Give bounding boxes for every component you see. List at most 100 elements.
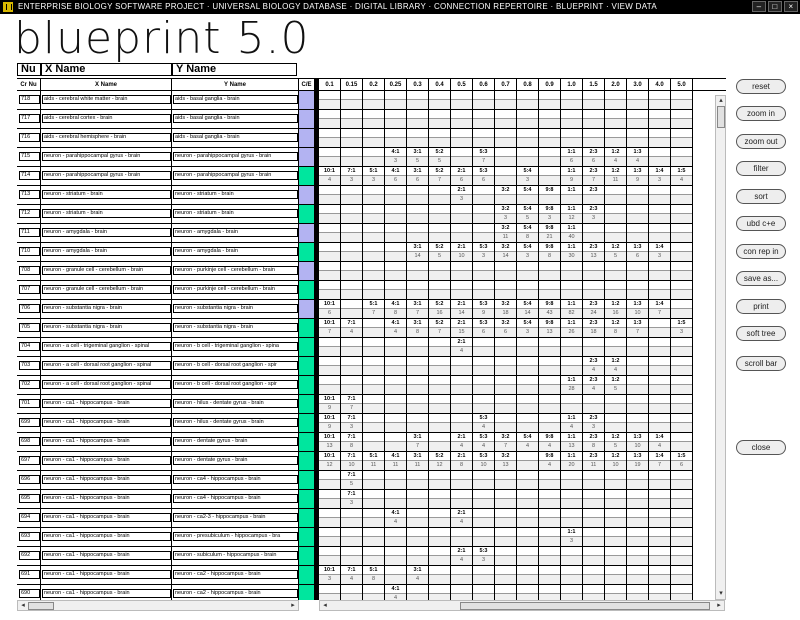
- value-cell[interactable]: 3:1 5: [407, 148, 429, 167]
- value-cell[interactable]: [319, 585, 341, 600]
- value-cell[interactable]: [605, 186, 627, 205]
- value-cell[interactable]: [539, 395, 561, 414]
- value-cell[interactable]: 5:3 4: [473, 414, 495, 433]
- value-cell[interactable]: [451, 528, 473, 547]
- value-cell[interactable]: 2:3 4: [583, 376, 605, 395]
- value-cell[interactable]: [363, 186, 385, 205]
- value-cell[interactable]: [407, 490, 429, 509]
- value-cell[interactable]: [605, 547, 627, 566]
- value-cell[interactable]: 5:2 16: [429, 300, 451, 319]
- header-value-column[interactable]: 0.7: [495, 79, 517, 91]
- value-cell[interactable]: 2:1 4: [451, 433, 473, 452]
- value-cell[interactable]: [451, 91, 473, 110]
- value-cell[interactable]: [473, 224, 495, 243]
- value-cell[interactable]: [671, 376, 693, 395]
- value-cell[interactable]: [385, 528, 407, 547]
- value-cell[interactable]: [341, 148, 363, 167]
- value-cell[interactable]: [495, 262, 517, 281]
- table-row[interactable]: 690 neuron - ca1 - hippocampus - brain neu…: [17, 585, 726, 600]
- value-cell[interactable]: 1:1 30: [561, 243, 583, 262]
- value-cell[interactable]: [495, 414, 517, 433]
- value-cell[interactable]: [627, 91, 649, 110]
- value-cell[interactable]: [583, 585, 605, 600]
- value-cell[interactable]: [407, 547, 429, 566]
- value-cell[interactable]: [341, 338, 363, 357]
- value-cell[interactable]: 9:8 21: [539, 224, 561, 243]
- value-cell[interactable]: 1:1 26: [561, 319, 583, 338]
- table-row[interactable]: 701 neuron - ca1 - hippocampus - brain neu…: [17, 395, 726, 414]
- value-cell[interactable]: [627, 471, 649, 490]
- value-cell[interactable]: [649, 471, 671, 490]
- value-cell[interactable]: 1:2 5: [605, 433, 627, 452]
- scroll-bar-button[interactable]: scroll bar: [736, 356, 786, 371]
- value-cell[interactable]: 4:1 4: [385, 585, 407, 600]
- value-cell[interactable]: 7:1 3: [341, 167, 363, 186]
- value-cell[interactable]: [363, 528, 385, 547]
- value-cell[interactable]: [561, 262, 583, 281]
- value-cell[interactable]: [583, 110, 605, 129]
- value-cell[interactable]: 2:3: [583, 186, 605, 205]
- value-cell[interactable]: [517, 509, 539, 528]
- value-cell[interactable]: [495, 566, 517, 585]
- value-cell[interactable]: [473, 281, 495, 300]
- value-cell[interactable]: [429, 281, 451, 300]
- value-cell[interactable]: [473, 509, 495, 528]
- value-cell[interactable]: 5:1 7: [363, 300, 385, 319]
- value-cell[interactable]: [627, 509, 649, 528]
- value-cell[interactable]: 1:2 5: [605, 376, 627, 395]
- table-row[interactable]: 702 neuron - a cell - dorsal root ganglio…: [17, 376, 726, 395]
- value-cell[interactable]: [319, 338, 341, 357]
- value-cell[interactable]: 1:3 10: [627, 433, 649, 452]
- value-cell[interactable]: [671, 395, 693, 414]
- value-cell[interactable]: [385, 395, 407, 414]
- value-cell[interactable]: [517, 414, 539, 433]
- value-cell[interactable]: [495, 167, 517, 186]
- value-cell[interactable]: [451, 129, 473, 148]
- table-row[interactable]: 694 neuron - ca1 - hippocampus - brain neu…: [17, 509, 726, 528]
- value-cell[interactable]: [539, 167, 561, 186]
- value-cell[interactable]: [363, 395, 385, 414]
- value-cell[interactable]: 4:1 3: [385, 148, 407, 167]
- value-cell[interactable]: [605, 338, 627, 357]
- value-cell[interactable]: [341, 547, 363, 566]
- value-cell[interactable]: [627, 547, 649, 566]
- value-cell[interactable]: [429, 357, 451, 376]
- header-value-column[interactable]: 0.4: [429, 79, 451, 91]
- value-cell[interactable]: 1:4 7: [649, 300, 671, 319]
- value-cell[interactable]: 7:1 3: [341, 414, 363, 433]
- value-cell[interactable]: [385, 471, 407, 490]
- value-cell[interactable]: [407, 281, 429, 300]
- value-cell[interactable]: [319, 205, 341, 224]
- value-cell[interactable]: [671, 566, 693, 585]
- value-cell[interactable]: [627, 395, 649, 414]
- value-cell[interactable]: [451, 262, 473, 281]
- value-cell[interactable]: 3:2 13: [495, 452, 517, 471]
- value-cell[interactable]: 4:1 6: [385, 167, 407, 186]
- value-cell[interactable]: [583, 262, 605, 281]
- value-cell[interactable]: 2:3 4: [583, 357, 605, 376]
- header-value-column[interactable]: 0.3: [407, 79, 429, 91]
- left-scroll-thumb[interactable]: [28, 602, 54, 610]
- value-cell[interactable]: [319, 262, 341, 281]
- value-cell[interactable]: [583, 490, 605, 509]
- table-row[interactable]: 707 neuron - granule cell - cerebellum - …: [17, 281, 726, 300]
- left-horizontal-scrollbar[interactable]: ◂ ▸: [17, 600, 299, 611]
- value-cell[interactable]: [627, 129, 649, 148]
- value-cell[interactable]: 5:4 8: [517, 224, 539, 243]
- value-cell[interactable]: [319, 186, 341, 205]
- value-cell[interactable]: [341, 300, 363, 319]
- value-cell[interactable]: 1:5 3: [671, 319, 693, 338]
- value-cell[interactable]: 2:1 4: [451, 509, 473, 528]
- value-cell[interactable]: [561, 91, 583, 110]
- maximize-icon[interactable]: □: [768, 1, 782, 12]
- value-cell[interactable]: [605, 91, 627, 110]
- value-cell[interactable]: [649, 338, 671, 357]
- value-cell[interactable]: [561, 110, 583, 129]
- value-cell[interactable]: 5:4 4: [517, 433, 539, 452]
- value-cell[interactable]: [451, 205, 473, 224]
- value-cell[interactable]: [451, 281, 473, 300]
- value-cell[interactable]: 2:3 11: [583, 452, 605, 471]
- table-row[interactable]: 692 neuron - ca1 - hippocampus - brain neu…: [17, 547, 726, 566]
- value-cell[interactable]: 3:2 6: [495, 319, 517, 338]
- value-cell[interactable]: [517, 395, 539, 414]
